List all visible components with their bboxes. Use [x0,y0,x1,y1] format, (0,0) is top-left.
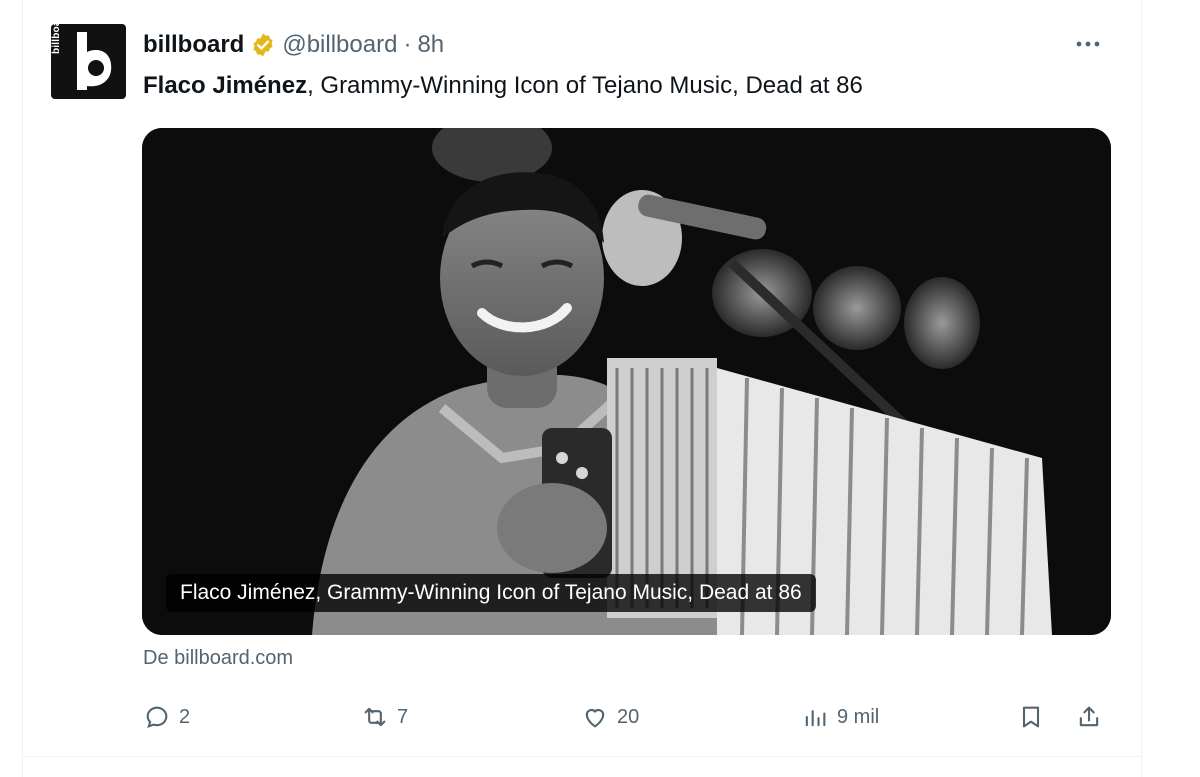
reply-icon [146,706,168,729]
tweet-text: Flaco Jiménez, Grammy-Winning Icon of Te… [143,72,863,100]
tweet-divider [23,756,1141,757]
reply-button[interactable]: 2 [143,697,190,737]
action-bar: 2 7 20 9 mil [143,697,1113,737]
avatar[interactable]: billboard [51,24,126,99]
views-count: 9 mil [837,705,880,728]
share-button[interactable] [1075,697,1103,737]
reply-count: 2 [179,705,191,728]
more-options-icon[interactable] [1071,30,1105,58]
views-button[interactable]: 9 mil [801,697,879,737]
account-name[interactable]: billboard [143,31,244,59]
verified-badge-icon[interactable] [250,32,276,58]
like-count: 20 [617,705,640,728]
account-handle[interactable]: @billboard [282,31,397,59]
share-icon [1079,706,1099,727]
separator-dot: · [403,31,412,58]
accordion-player-photo [142,128,1111,635]
link-source[interactable]: De billboard.com [143,647,293,670]
bookmark-button[interactable] [1017,697,1045,737]
like-button[interactable]: 20 [581,697,639,737]
bookmark-icon [1022,706,1040,728]
views-chart-icon [805,710,826,727]
billboard-logo-icon [77,32,112,90]
repost-count: 7 [397,705,409,728]
headline-rest: , Grammy-Winning Icon of Tejano Music, D… [307,72,863,99]
tweet-header: billboard @billboard · 8h [143,30,444,60]
heart-icon [585,709,605,728]
headline-bold: Flaco Jiménez [143,72,308,99]
timestamp[interactable]: 8h [417,31,444,59]
avatar-text: billboard [51,24,62,54]
link-card-image[interactable]: Flaco Jiménez, Grammy-Winning Icon of Te… [142,128,1111,635]
repost-button[interactable]: 7 [361,697,408,737]
repost-icon [364,707,386,727]
media-caption: Flaco Jiménez, Grammy-Winning Icon of Te… [166,574,816,612]
tweet-card[interactable]: billboard billboard @billboard · 8h Flac… [22,0,1142,777]
